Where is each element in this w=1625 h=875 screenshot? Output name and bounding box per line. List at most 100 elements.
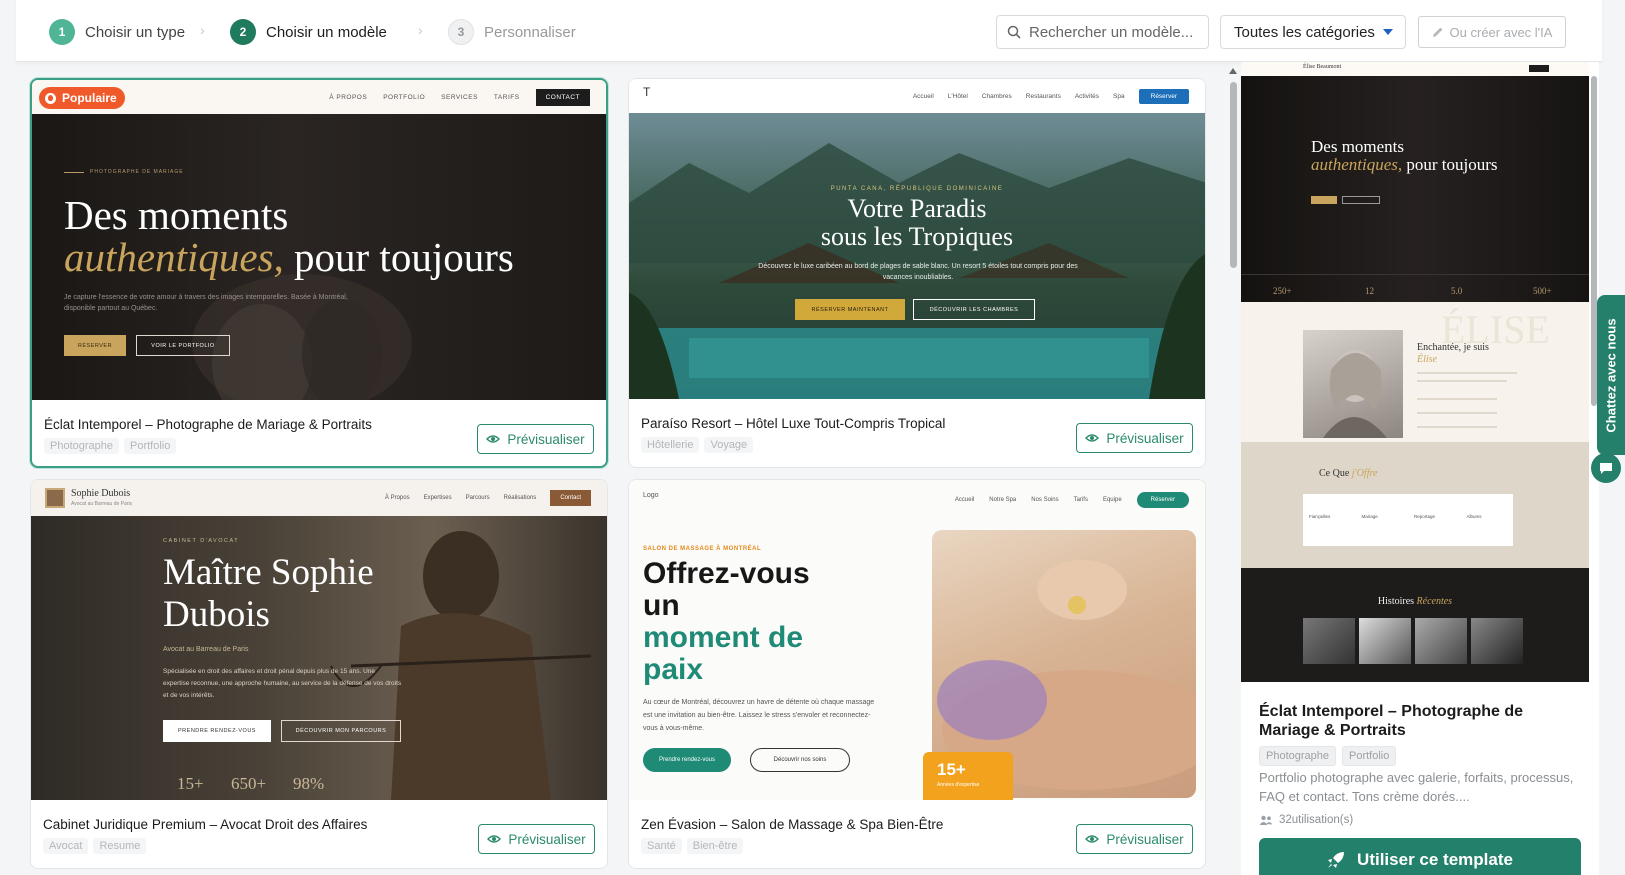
grid-scrollbar[interactable] xyxy=(1227,66,1239,866)
story-photo xyxy=(1303,618,1355,664)
thumb-nav-item: Restaurants xyxy=(1025,92,1061,100)
create-with-ai-button[interactable]: Ou créer avec l'IA xyxy=(1418,16,1566,48)
flame-icon xyxy=(45,92,56,104)
thumb-nav-item: Equipe xyxy=(1102,497,1122,503)
rocket-icon xyxy=(1328,852,1345,868)
thumb-nav-item: Parcours xyxy=(465,495,490,501)
thumb-nav-item: Accueil xyxy=(912,92,934,100)
template-thumbnail[interactable]: À PROPOS PORTFOLIO SERVICES TARIFS CONTA… xyxy=(32,80,606,400)
template-preview[interactable]: Élise Beaumont Des moments authentiques,… xyxy=(1241,62,1589,682)
preview-about-name: Élise xyxy=(1417,354,1437,365)
hero-button-primary: RÉSERVER MAINTENANT xyxy=(795,299,905,320)
search-input[interactable] xyxy=(1029,23,1197,41)
thumb-nav-cta: Réserver xyxy=(1136,492,1189,508)
template-card-paraiso[interactable]: T Accueil L'Hôtel Chambres Restaurants A… xyxy=(628,78,1206,468)
hero-button-primary: Prendre rendez-vous xyxy=(643,748,731,772)
preview-offer-item: Mariage xyxy=(1361,514,1378,519)
preview-stories: Histoires Récentes xyxy=(1241,568,1589,682)
tag: Santé xyxy=(641,838,682,854)
pencil-icon xyxy=(1432,27,1442,37)
step-choose-model[interactable]: 2 Choisir un modèle xyxy=(230,18,387,46)
thumb-nav-item: Nos Soins xyxy=(1031,497,1059,503)
hero-button-secondary: DÉCOUVRIR LES CHAMBRES xyxy=(913,299,1035,320)
thumb-nav-item: Réalisations xyxy=(503,495,537,501)
hero-eyebrow: CABINET D'AVOCAT xyxy=(163,538,240,544)
tag: Photographe xyxy=(44,438,119,454)
preview-stat: 5.0 xyxy=(1451,286,1463,296)
preview-button[interactable]: Prévisualiser xyxy=(478,824,595,854)
search-box[interactable] xyxy=(996,15,1209,49)
thumb-nav: Logo Accueil Notre Spa Nos Soins Tarifs … xyxy=(629,480,1205,520)
step-number: 2 xyxy=(230,19,256,45)
story-photo xyxy=(1471,618,1523,664)
thumb-nav-item: Spa xyxy=(1113,92,1125,100)
panel-description: Portfolio photographe avec galerie, forf… xyxy=(1259,770,1574,804)
thumb-nav-cta: CONTACT xyxy=(535,88,590,106)
scroll-up-arrow-icon[interactable] xyxy=(1229,68,1237,74)
story-photo xyxy=(1415,618,1467,664)
brand-logo xyxy=(45,488,65,508)
use-template-label: Utiliser ce template xyxy=(1357,850,1513,869)
template-title: Éclat Intemporel – Photographe de Mariag… xyxy=(44,417,372,432)
thumb-logo: T xyxy=(643,85,651,99)
preview-divider xyxy=(1241,274,1589,275)
category-select-value: Toutes les catégories xyxy=(1234,23,1375,41)
thumb-nav-item: Tarifs xyxy=(1073,497,1088,503)
tropical-landscape xyxy=(629,143,1205,399)
scrollbar-thumb[interactable] xyxy=(1230,82,1237,268)
tag: Resume xyxy=(93,838,147,854)
story-photo xyxy=(1359,618,1411,664)
preview-button[interactable]: Prévisualiser xyxy=(477,424,594,454)
caret-down-icon xyxy=(1383,29,1393,35)
thumb-nav-cta: Réserver xyxy=(1138,88,1189,104)
preview-stories-title-em: Récentes xyxy=(1416,596,1453,607)
preview-line xyxy=(1417,426,1497,428)
template-picker: 1 Choisir un type › 2 Choisir un modèle … xyxy=(0,0,1625,875)
panel-title: Éclat Intemporel – Photographe de Mariag… xyxy=(1259,703,1524,739)
thumb-nav-item: Accueil xyxy=(954,497,975,503)
category-select[interactable]: Toutes les catégories xyxy=(1220,15,1406,49)
message-icon xyxy=(1600,463,1612,474)
tag: Avocat xyxy=(43,838,89,854)
preview-button-label: Prévisualiser xyxy=(507,431,585,447)
preview-offer-title: Ce Que j'Offre xyxy=(1319,468,1377,479)
hero-body: Au cœur de Montréal, découvrez un havre … xyxy=(643,699,875,732)
stat-label: Années d'expertise xyxy=(937,782,980,788)
hero-headline-line2: authentiques, pour toujours xyxy=(64,236,514,278)
thumb-brand-sub: Avocat au Barreau de Paris xyxy=(71,501,133,507)
step-customize[interactable]: 3 Personnaliser xyxy=(448,18,576,46)
template-card-eclat[interactable]: À PROPOS PORTFOLIO SERVICES TARIFS CONTA… xyxy=(30,78,608,468)
eye-icon xyxy=(1085,835,1100,843)
template-card-zen[interactable]: Logo Accueil Notre Spa Nos Soins Tarifs … xyxy=(628,479,1206,869)
chat-tab[interactable]: Chattez avec nous xyxy=(1597,295,1625,455)
preview-button[interactable]: Prévisualiser xyxy=(1076,423,1193,453)
preview-offer-item: Reportage xyxy=(1414,514,1436,519)
preview-stat: 250+ xyxy=(1273,286,1292,296)
step-choose-type[interactable]: 1 Choisir un type xyxy=(49,18,185,46)
hero-body: Découvrez le luxe caribéen au bord de pl… xyxy=(758,263,1078,281)
eyebrow-line xyxy=(64,172,84,173)
thumb-nav-cta: Contact xyxy=(550,490,591,506)
preview-button[interactable]: Prévisualiser xyxy=(1076,824,1193,854)
eye-icon xyxy=(487,835,502,843)
template-card-cabinet[interactable]: Sophie Dubois Avocat au Barreau de Paris… xyxy=(30,479,608,869)
hero-button-primary: RÉSERVER xyxy=(64,335,126,356)
panel-usage-count: 32utilisation(s) xyxy=(1279,814,1354,826)
template-thumbnail[interactable]: Sophie Dubois Avocat au Barreau de Paris… xyxy=(31,480,607,800)
template-thumbnail[interactable]: Logo Accueil Notre Spa Nos Soins Tarifs … xyxy=(629,480,1205,800)
preview-hero-button-2 xyxy=(1342,196,1380,204)
preview-offer-grid: Fiançailles Mariage Reportage Albums xyxy=(1303,494,1513,546)
preview-offer-title-text: Ce Que xyxy=(1319,468,1350,479)
use-template-button[interactable]: Utiliser ce template xyxy=(1259,838,1581,875)
hero-headline: Maître Sophie xyxy=(163,552,374,593)
chat-bubble-icon[interactable] xyxy=(1591,453,1621,483)
preview-stories-title: Histoires Récentes xyxy=(1241,596,1589,607)
stat-badge: 15+ Années d'expertise xyxy=(923,752,1013,800)
hero-button-secondary: Découvrir nos soins xyxy=(750,748,850,772)
hero-background: PHOTOGRAPHE DE MARIAGE Des moments authe… xyxy=(32,114,606,400)
template-thumbnail[interactable]: T Accueil L'Hôtel Chambres Restaurants A… xyxy=(629,79,1205,399)
hero-headline: Des moments xyxy=(64,192,289,238)
chevron-right-icon: › xyxy=(418,22,423,38)
hero-headline-rest: pour toujours xyxy=(294,234,514,280)
eye-icon xyxy=(486,435,501,443)
